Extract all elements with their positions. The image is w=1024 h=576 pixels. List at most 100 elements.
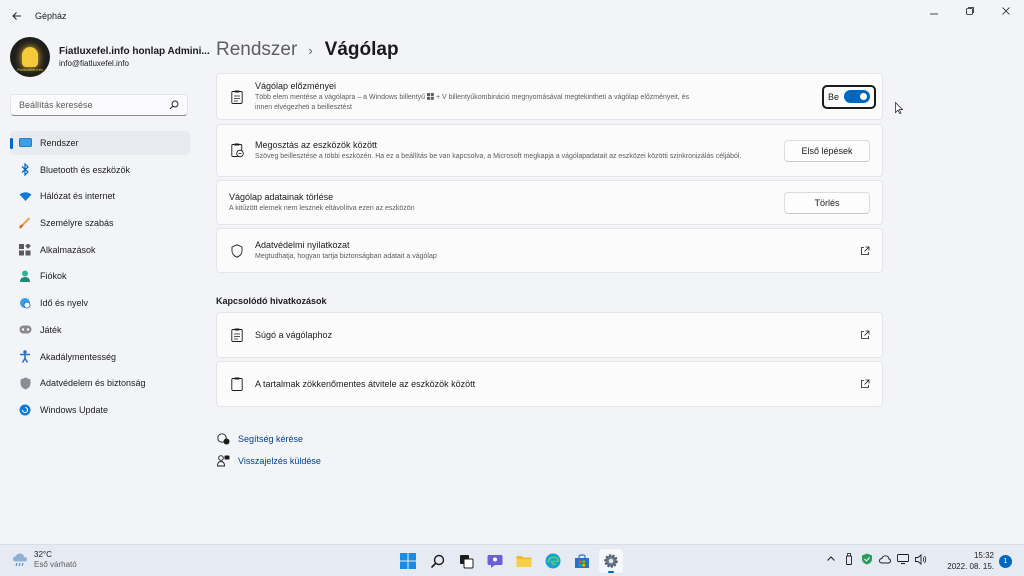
sidebar-item-label: Bluetooth és eszközök xyxy=(40,164,131,175)
sidebar-item-time-language[interactable]: Idő és nyelv xyxy=(10,291,190,315)
content-transfer-card[interactable]: A tartalmak zökkenőmentes átvitele az es… xyxy=(216,361,883,407)
external-link-icon xyxy=(861,246,870,255)
sidebar-item-accounts[interactable]: Fiókok xyxy=(10,264,190,288)
task-view-icon[interactable] xyxy=(454,549,478,573)
cloud-icon[interactable] xyxy=(879,553,891,565)
clipboard-history-icon xyxy=(229,89,245,105)
sidebar-item-personalization[interactable]: Személyre szabás xyxy=(10,211,190,235)
usb-device-icon[interactable] xyxy=(843,553,855,565)
privacy-statement-description: Megtudhatja, hogyan tartja biztonságban … xyxy=(255,252,437,260)
breadcrumb-separator: › xyxy=(308,42,313,58)
breadcrumb-parent[interactable]: Rendszer xyxy=(216,39,297,61)
sidebar-item-apps[interactable]: Alkalmazások xyxy=(10,238,190,262)
external-link-icon xyxy=(861,379,870,388)
clipboard-help-title: Súgó a vágólaphoz xyxy=(255,330,333,340)
search-icon xyxy=(169,100,179,110)
settings-icon[interactable] xyxy=(599,549,623,573)
clipboard-history-desc-part2: + V billentyűkombináció megnyomásával me… xyxy=(435,94,690,102)
windows-start-icon[interactable] xyxy=(396,549,420,573)
window-controls xyxy=(916,0,1024,22)
taskbar-apps xyxy=(396,549,628,573)
search-input[interactable]: Beállítás keresése xyxy=(10,94,188,116)
avatar-brand-text: Fiatluxefel.info xyxy=(17,67,43,72)
sidebar-item-accessibility[interactable]: Akadálymentesség xyxy=(10,345,190,369)
chevron-up-icon[interactable] xyxy=(825,553,837,565)
sidebar: Fiatluxefel.info Fiatluxefel.info honlap… xyxy=(0,32,210,540)
bluetooth-icon xyxy=(18,163,32,177)
network-icon[interactable] xyxy=(897,553,909,565)
get-help-link[interactable]: Segítség kérése xyxy=(216,428,321,450)
user-profile[interactable]: Fiatluxefel.info Fiatluxefel.info honlap… xyxy=(10,37,210,77)
share-devices-description: Szöveg beillesztése a többi eszközén. Ha… xyxy=(255,152,742,160)
taskbar: 32°C Eső várható 15:32 2022. 08. 15. 1 xyxy=(0,544,1024,576)
get-started-button[interactable]: Első lépések xyxy=(784,139,870,162)
sidebar-item-privacy-security[interactable]: Adatvédelem és biztonság xyxy=(10,371,190,395)
volume-icon[interactable] xyxy=(915,553,927,565)
clock-date: 2022. 08. 15. xyxy=(947,562,994,571)
search-icon[interactable] xyxy=(425,549,449,573)
sidebar-item-windows-update[interactable]: Windows Update xyxy=(10,398,190,422)
sidebar-item-label: Windows Update xyxy=(40,404,109,415)
close-button[interactable] xyxy=(988,0,1024,22)
feedback-icon xyxy=(216,454,230,468)
sidebar-nav: Rendszer Bluetooth és eszközök Hálózat é… xyxy=(10,131,190,425)
clear-button[interactable]: Törlés xyxy=(784,191,870,214)
profile-name: Fiatluxefel.info honlap Admini... xyxy=(59,46,210,57)
chat-icon[interactable] xyxy=(483,549,507,573)
sidebar-item-label: Hálózat és internet xyxy=(40,191,116,202)
sidebar-item-label: Személyre szabás xyxy=(40,218,114,229)
shield-outline-icon xyxy=(229,243,245,259)
title-bar: Gépház xyxy=(0,0,1024,32)
rain-cloud-icon xyxy=(13,553,27,566)
gamepad-icon xyxy=(18,323,32,337)
sidebar-item-label: Adatvédelem és biztonság xyxy=(40,378,146,389)
clipboard-history-card: Vágólap előzményei Több elem mentése a v… xyxy=(216,73,883,120)
maximize-button[interactable] xyxy=(952,0,988,22)
toggle-switch[interactable] xyxy=(844,90,871,103)
accessibility-icon xyxy=(18,350,32,364)
clipboard-blank-icon xyxy=(229,376,245,392)
file-explorer-icon[interactable] xyxy=(512,549,536,573)
search-placeholder: Beállítás keresése xyxy=(19,100,93,110)
back-arrow-icon xyxy=(12,12,21,20)
globe-clock-icon xyxy=(18,296,32,310)
store-icon[interactable] xyxy=(570,549,594,573)
wifi-icon xyxy=(18,189,32,203)
content-transfer-title: A tartalmak zökkenőmentes átvitele az es… xyxy=(255,379,476,389)
security-shield-icon[interactable] xyxy=(861,553,873,565)
main-content: Rendszer › Vágólap Vágólap előzményei Tö… xyxy=(216,32,883,467)
help-chat-icon xyxy=(216,432,230,446)
share-devices-card: Megosztás az eszközök között Szöveg beil… xyxy=(216,124,883,177)
sidebar-item-rendszer[interactable]: Rendszer xyxy=(10,131,190,155)
sidebar-item-network[interactable]: Hálózat és internet xyxy=(10,184,190,208)
mouse-cursor-icon xyxy=(895,102,903,114)
edge-icon[interactable] xyxy=(541,549,565,573)
shield-icon xyxy=(18,376,32,390)
back-button[interactable] xyxy=(2,1,32,31)
sidebar-item-label: Fiókok xyxy=(40,271,67,282)
clipboard-help-card[interactable]: Súgó a vágólaphoz xyxy=(216,312,883,358)
minimize-button[interactable] xyxy=(916,0,952,22)
clipboard-history-toggle[interactable]: Be xyxy=(822,84,876,109)
clock[interactable]: 15:32 2022. 08. 15. xyxy=(946,550,994,572)
notification-badge[interactable]: 1 xyxy=(999,555,1012,568)
avatar: Fiatluxefel.info xyxy=(10,37,50,77)
toggle-state-label: Be xyxy=(828,91,840,102)
restore-icon xyxy=(966,7,974,15)
windows-update-icon xyxy=(18,403,32,417)
privacy-statement-card[interactable]: Adatvédelmi nyilatkozat Megtudhatja, hog… xyxy=(216,228,883,273)
clipboard-history-desc-part1: Több elem mentése a vágólapra – a Window… xyxy=(255,94,426,102)
system-tray xyxy=(825,553,933,565)
system-icon xyxy=(18,136,32,150)
send-feedback-link[interactable]: Visszajelzés küldése xyxy=(216,450,321,472)
sidebar-item-label: Alkalmazások xyxy=(40,244,96,255)
clipboard-history-description: Több elem mentése a vágólapra – a Window… xyxy=(255,93,812,111)
sidebar-item-bluetooth[interactable]: Bluetooth és eszközök xyxy=(10,158,190,182)
clear-clipboard-description: A kitűzött elemek nem lesznek eltávolítv… xyxy=(229,204,415,212)
sidebar-item-gaming[interactable]: Játék xyxy=(10,318,190,342)
send-feedback-label: Visszajelzés küldése xyxy=(238,456,321,466)
get-help-label: Segítség kérése xyxy=(238,434,304,444)
weather-temperature: 32°C xyxy=(34,550,52,559)
sidebar-item-label: Rendszer xyxy=(40,138,79,148)
weather-widget[interactable]: 32°C Eső várható xyxy=(12,550,77,569)
